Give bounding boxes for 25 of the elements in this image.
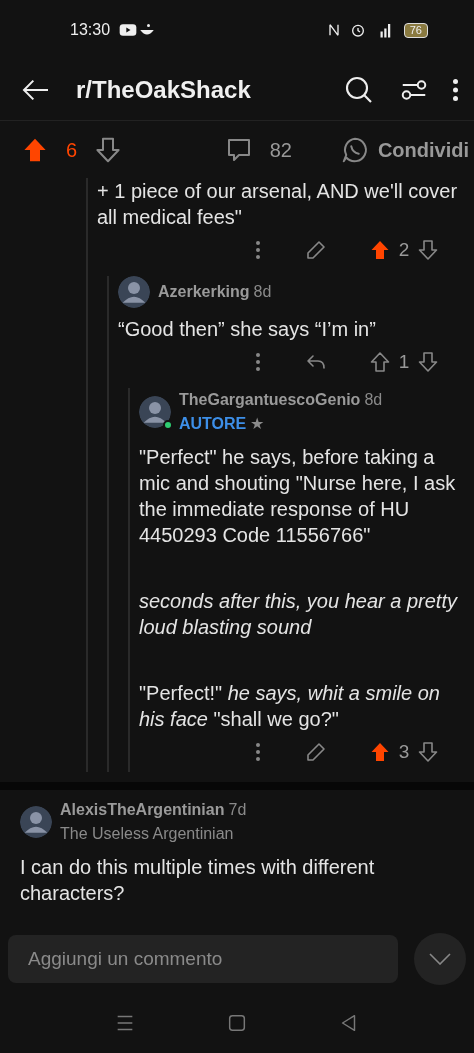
score: 6 bbox=[66, 137, 78, 163]
comments-button[interactable]: 82 bbox=[223, 134, 292, 165]
author-tag: AUTORE bbox=[179, 416, 247, 432]
battery-icon: 76 bbox=[403, 22, 428, 38]
comment-text: "Perfect" he says, before taking a mic and shouting "Nurse here, I ask the immediate response of HU 4450293 Code 11556766" bbox=[139, 445, 457, 548]
comment-text: I can do this multiple times with different characters? bbox=[20, 855, 376, 906]
comment-text: "Perfect!" he says, whit a smile on his face "shall we go?" bbox=[139, 681, 441, 732]
comment-text: + 1 piece of our arsenal, AND we'll cover all medical fees" bbox=[97, 179, 459, 230]
clock: 13:30 bbox=[70, 20, 111, 40]
username[interactable]: Azerkerking bbox=[158, 283, 250, 300]
subreddit-title: r/TheOakShack bbox=[76, 75, 252, 105]
score: 3 bbox=[397, 739, 411, 764]
user-flair: The Useless Argentinian bbox=[60, 824, 235, 844]
username[interactable]: AlexisTheArgentinian bbox=[60, 801, 225, 818]
timestamp: 8d bbox=[253, 282, 272, 302]
star-icon: ★ bbox=[250, 412, 265, 436]
score: 1 bbox=[397, 349, 411, 374]
score: 2 bbox=[397, 237, 411, 262]
comment-input[interactable]: Aggiungi un commento bbox=[8, 935, 398, 983]
username[interactable]: TheGargantuescoGenio bbox=[179, 391, 361, 408]
share-button[interactable]: Condividi bbox=[339, 134, 469, 165]
comment-text: “Good then” she says “I’m in” bbox=[118, 317, 377, 342]
timestamp: 8d bbox=[364, 390, 383, 410]
timestamp: 7d bbox=[228, 800, 247, 820]
comment-text: seconds after this, you hear a pretty loud blasting sound bbox=[139, 589, 459, 640]
